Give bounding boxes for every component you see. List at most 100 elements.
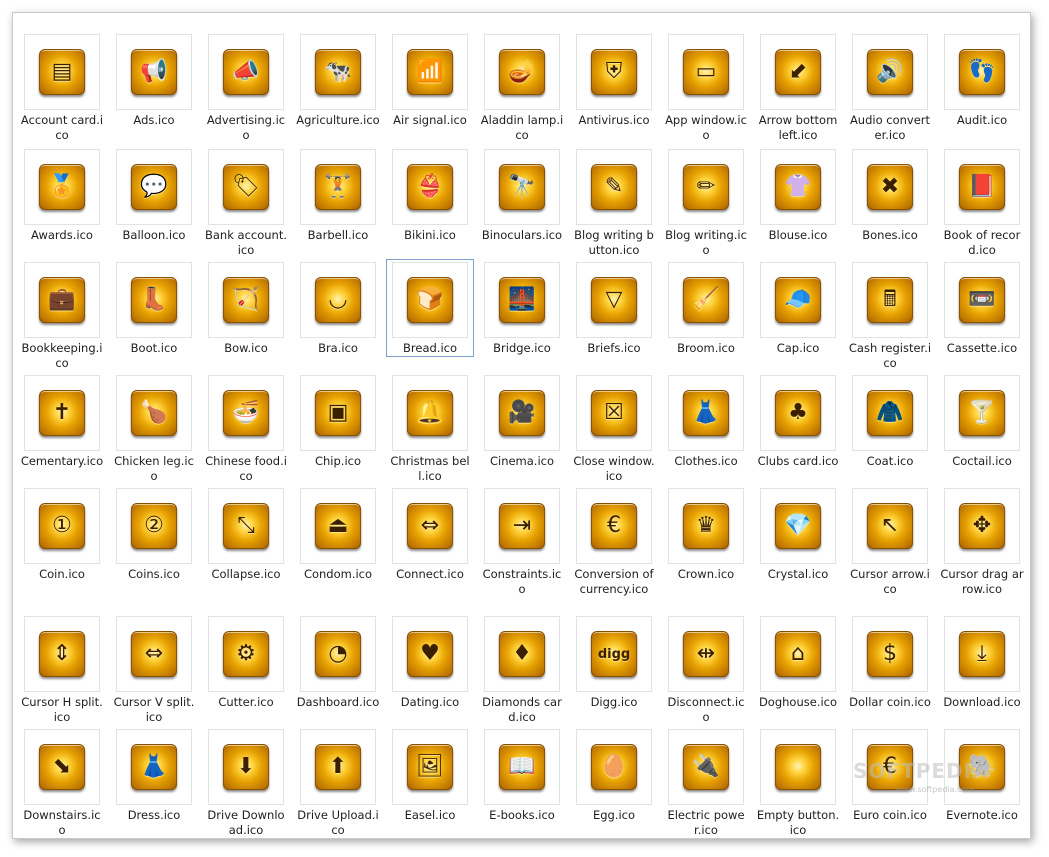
file-thumbnail[interactable]: 🧢 xyxy=(760,262,836,338)
file-thumbnail[interactable]: 👢 xyxy=(116,262,192,338)
file-thumbnail[interactable]: ▽ xyxy=(576,262,652,338)
file-thumbnail[interactable]: 📣 xyxy=(208,34,284,110)
file-item[interactable]: ① Coin.ico xyxy=(18,485,106,583)
file-item[interactable]: 🪔 Aladdin lamp.ico xyxy=(478,31,566,144)
file-thumbnail[interactable]: ⬆ xyxy=(300,729,376,805)
file-item[interactable]: 🖼 Easel.ico xyxy=(386,726,474,824)
file-item[interactable]: ♥ Dating.ico xyxy=(386,613,474,711)
file-item[interactable]: ☒ Close window.ico xyxy=(570,372,658,485)
file-item[interactable]: 🏹 Bow.ico xyxy=(202,259,290,357)
file-thumbnail[interactable]: 🔌 xyxy=(668,729,744,805)
file-item[interactable]: 💎 Crystal.ico xyxy=(754,485,842,583)
file-item[interactable]: 🌉 Bridge.ico xyxy=(478,259,566,357)
file-thumbnail[interactable]: digg xyxy=(576,616,652,692)
file-thumbnail[interactable]: 🌉 xyxy=(484,262,560,338)
file-item[interactable]: 🔊 Audio converter.ico xyxy=(846,31,934,144)
file-thumbnail[interactable]: ⤡ xyxy=(208,488,284,564)
file-thumbnail[interactable]: ✏ xyxy=(668,149,744,225)
file-item[interactable]: ⬆ Drive Upload.ico xyxy=(294,726,382,838)
file-thumbnail[interactable]: ↖ xyxy=(852,488,928,564)
file-item[interactable]: ⇔ Cursor V split.ico xyxy=(110,613,198,726)
file-thumbnail[interactable]: 🍞 xyxy=(392,262,468,338)
file-thumbnail[interactable]: ◔ xyxy=(300,616,376,692)
file-thumbnail[interactable]: ▤ xyxy=(24,34,100,110)
file-item[interactable]: 🏅 Awards.ico xyxy=(18,146,106,244)
file-thumbnail[interactable]: ⇕ xyxy=(24,616,100,692)
file-item[interactable]: ⇥ Constraints.ico xyxy=(478,485,566,598)
file-thumbnail[interactable]: ♥ xyxy=(392,616,468,692)
file-thumbnail[interactable]: 🧹 xyxy=(668,262,744,338)
file-item[interactable]: digg Digg.ico xyxy=(570,613,658,711)
file-item[interactable]: ✎ Blog writing button.ico xyxy=(570,146,658,259)
file-item[interactable]: 🔔 Christmas bell.ico xyxy=(386,372,474,485)
file-thumbnail[interactable]: 🖩 xyxy=(852,262,928,338)
file-item[interactable]: ▣ Chip.ico xyxy=(294,372,382,470)
file-thumbnail[interactable]: ⬋ xyxy=(760,34,836,110)
file-item[interactable]: 🍗 Chicken leg.ico xyxy=(110,372,198,485)
file-item[interactable]: ✥ Cursor drag arrow.ico xyxy=(938,485,1026,598)
file-item[interactable]: ⇹ Disconnect.ico xyxy=(662,613,750,726)
file-item[interactable]: ⬊ Downstairs.ico xyxy=(18,726,106,838)
file-thumbnail[interactable]: € xyxy=(576,488,652,564)
file-thumbnail[interactable]: 👣 xyxy=(944,34,1020,110)
file-thumbnail[interactable]: 🍸 xyxy=(944,375,1020,451)
file-item[interactable]: 👗 Dress.ico xyxy=(110,726,198,824)
file-thumbnail[interactable]: 🧥 xyxy=(852,375,928,451)
file-item[interactable]: ◡ Bra.ico xyxy=(294,259,382,357)
file-item[interactable]: 📢 Ads.ico xyxy=(110,31,198,129)
file-thumbnail[interactable]: 👙 xyxy=(392,149,468,225)
file-thumbnail[interactable]: ☒ xyxy=(576,375,652,451)
file-thumbnail[interactable]: 🔭 xyxy=(484,149,560,225)
file-item[interactable]: ✏ Blog writing.ico xyxy=(662,146,750,259)
file-thumbnail[interactable]: ✖ xyxy=(852,149,928,225)
file-thumbnail[interactable]: ⏏ xyxy=(300,488,376,564)
file-thumbnail[interactable]: 📖 xyxy=(484,729,560,805)
file-thumbnail[interactable]: 🍗 xyxy=(116,375,192,451)
file-item[interactable]: 👣 Audit.ico xyxy=(938,31,1026,129)
file-thumbnail[interactable]: 🐄 xyxy=(300,34,376,110)
file-thumbnail[interactable]: 🎥 xyxy=(484,375,560,451)
file-thumbnail[interactable]: ▭ xyxy=(668,34,744,110)
file-thumbnail[interactable]: ⬊ xyxy=(24,729,100,805)
file-item[interactable]: 🎥 Cinema.ico xyxy=(478,372,566,470)
file-item[interactable]: ⇕ Cursor H split.ico xyxy=(18,613,106,726)
file-item[interactable]: ⏏ Condom.ico xyxy=(294,485,382,583)
file-thumbnail[interactable]: 📼 xyxy=(944,262,1020,338)
file-item[interactable]: ▭ App window.ico xyxy=(662,31,750,144)
file-item[interactable]: ⬇ Drive Download.ico xyxy=(202,726,290,838)
file-item[interactable]: ↖ Cursor arrow.ico xyxy=(846,485,934,598)
file-thumbnail[interactable]: 🏷 xyxy=(208,149,284,225)
file-thumbnail[interactable]: 📕 xyxy=(944,149,1020,225)
file-item[interactable]: 📖 E-books.ico xyxy=(478,726,566,824)
file-item[interactable]: ⚙ Cutter.ico xyxy=(202,613,290,711)
file-thumbnail[interactable]: ⇔ xyxy=(392,488,468,564)
file-item[interactable]: ⬋ Arrow bottom left.ico xyxy=(754,31,842,144)
file-item[interactable]: ✖ Bones.ico xyxy=(846,146,934,244)
file-thumbnail[interactable]: ① xyxy=(24,488,100,564)
file-thumbnail[interactable]: 👗 xyxy=(116,729,192,805)
file-item[interactable]: Empty button.ico xyxy=(754,726,842,838)
file-item[interactable]: 📼 Cassette.ico xyxy=(938,259,1026,357)
file-thumbnail[interactable]: 💎 xyxy=(760,488,836,564)
file-thumbnail[interactable]: ⚙ xyxy=(208,616,284,692)
file-thumbnail[interactable]: ⇔ xyxy=(116,616,192,692)
file-thumbnail[interactable]: 🪔 xyxy=(484,34,560,110)
file-item[interactable]: 🍞 Bread.ico xyxy=(386,259,474,357)
file-item[interactable]: ⤡ Collapse.ico xyxy=(202,485,290,583)
file-item[interactable]: ♦ Diamonds card.ico xyxy=(478,613,566,726)
file-item[interactable]: ② Coins.ico xyxy=(110,485,198,583)
file-thumbnail[interactable]: 🖼 xyxy=(392,729,468,805)
file-thumbnail[interactable]: 🏹 xyxy=(208,262,284,338)
file-item[interactable]: 📣 Advertising.ico xyxy=(202,31,290,144)
file-item[interactable]: 🍸 Coctail.ico xyxy=(938,372,1026,470)
file-item[interactable]: ⌂ Doghouse.ico xyxy=(754,613,842,711)
file-item[interactable]: ⛨ Antivirus.ico xyxy=(570,31,658,129)
file-item[interactable]: 👚 Blouse.ico xyxy=(754,146,842,244)
file-thumbnail[interactable]: 💬 xyxy=(116,149,192,225)
file-item[interactable]: 👙 Bikini.ico xyxy=(386,146,474,244)
file-thumbnail[interactable]: 📢 xyxy=(116,34,192,110)
file-item[interactable]: 💼 Bookkeeping.ico xyxy=(18,259,106,372)
file-item[interactable]: 📕 Book of record.ico xyxy=(938,146,1026,259)
file-thumbnail[interactable]: ⛨ xyxy=(576,34,652,110)
file-item[interactable]: ✝ Cementary.ico xyxy=(18,372,106,470)
